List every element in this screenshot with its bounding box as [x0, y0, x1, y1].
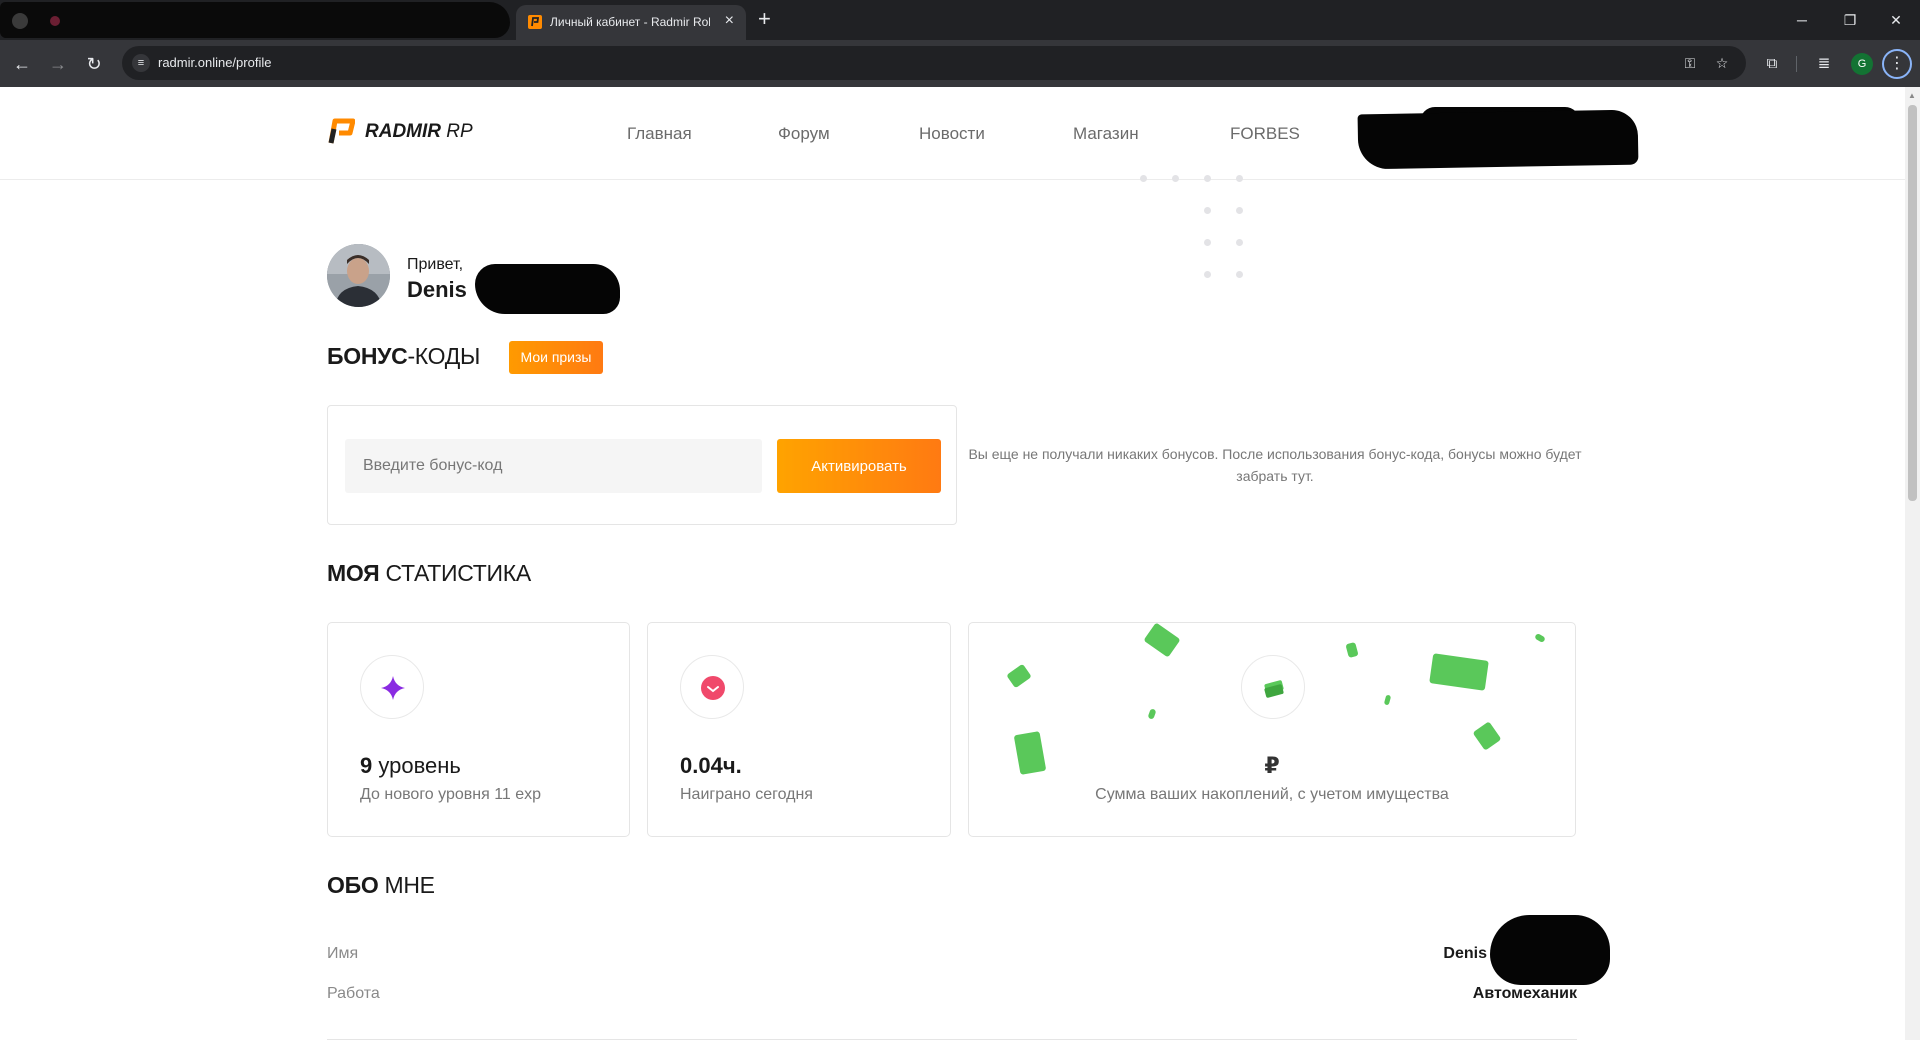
- user-name: Denis: [407, 277, 467, 302]
- tab-close-icon[interactable]: ×: [725, 12, 734, 30]
- nav-news[interactable]: Новости: [919, 124, 985, 144]
- nav-forbes[interactable]: FORBES: [1230, 124, 1300, 144]
- playtime-card: 0.04ч. Наиграно сегодня: [647, 622, 951, 837]
- money-icon: [1264, 680, 1284, 698]
- profile-avatar[interactable]: G: [1851, 53, 1873, 75]
- activate-button[interactable]: Активировать: [777, 439, 941, 493]
- restore-icon[interactable]: ❐: [1838, 8, 1862, 32]
- extensions-icon[interactable]: ⧉: [1760, 52, 1784, 76]
- bonus-empty-message: Вы еще не получали никаких бонусов. Посл…: [968, 446, 1582, 484]
- character-portrait-icon: [327, 244, 390, 307]
- level-card: 9 уровень До нового уровня 11 exp: [327, 622, 630, 837]
- money-bill-decoration: [1429, 653, 1489, 691]
- minimize-icon[interactable]: ─: [1790, 8, 1814, 32]
- user-greeting: Привет, Denis: [327, 244, 677, 314]
- page-viewport: RADMIR RP Главная Форум Новости Магазин …: [0, 87, 1920, 1040]
- radmir-favicon-icon: [528, 15, 542, 29]
- window-close-icon[interactable]: ✕: [1884, 8, 1908, 32]
- forward-icon[interactable]: →: [46, 52, 70, 76]
- scroll-up-icon[interactable]: ▲: [1908, 91, 1916, 100]
- my-prizes-button[interactable]: Мои призы: [509, 341, 603, 374]
- tab-active[interactable]: Личный кабинет - Radmir Role ×: [516, 5, 746, 40]
- site-header: RADMIR RP Главная Форум Новости Магазин …: [0, 87, 1905, 180]
- radmir-logo-icon: [328, 118, 355, 144]
- money-value: ₽: [1264, 753, 1280, 778]
- browser-toolbar: ← → ↻ ≡ radmir.online/profile ⚿ ☆ ⧉ ≣ G …: [0, 40, 1920, 87]
- bonus-code-form: Активировать: [327, 405, 957, 525]
- reload-icon[interactable]: ↻: [82, 52, 106, 76]
- about-value: Автомеханик: [1472, 985, 1577, 1002]
- money-card: ₽ Сумма ваших накоплений, с учетом имуще…: [968, 622, 1576, 837]
- money-bill-decoration: [1143, 623, 1181, 658]
- redacted-surname: [475, 264, 620, 314]
- new-tab-icon[interactable]: +: [758, 8, 771, 30]
- about-section-title: ОБО МНЕ: [327, 872, 435, 898]
- user-avatar[interactable]: [327, 244, 390, 307]
- toolbar-divider: [1796, 56, 1797, 72]
- bonus-section-title: БОНУС-КОДЫ: [327, 343, 481, 369]
- playtime-icon-circle: [680, 655, 744, 719]
- redacted-full-name: [1490, 915, 1610, 985]
- money-icon-circle: [1241, 655, 1305, 719]
- about-label: Работа: [327, 985, 380, 1002]
- about-row-name: Имя Denis: [327, 945, 1577, 969]
- scroll-thumb[interactable]: [1908, 105, 1917, 501]
- tab-search-icon[interactable]: [12, 13, 28, 29]
- money-bill-decoration: [1345, 641, 1359, 659]
- clock-icon: [701, 676, 725, 700]
- about-row-job: Работа Автомеханик: [327, 985, 1577, 1009]
- money-caption: Сумма ваших накоплений, с учетом имущест…: [1095, 786, 1449, 803]
- page-scrollbar[interactable]: ▲: [1905, 87, 1920, 1040]
- redacted-account-area[interactable]: [1357, 109, 1639, 170]
- nav-home[interactable]: Главная: [627, 124, 692, 144]
- back-icon[interactable]: ←: [10, 52, 34, 76]
- money-bill-decoration: [1147, 708, 1157, 720]
- nav-shop[interactable]: Магазин: [1073, 124, 1139, 144]
- site-info-icon[interactable]: ≡: [132, 54, 150, 72]
- tab-favicon-icon: [50, 16, 60, 26]
- nav-forum[interactable]: Форум: [778, 124, 830, 144]
- browser-menu-icon[interactable]: ⋮: [1882, 49, 1912, 79]
- stats-section-title: МОЯ СТАТИСТИКА: [327, 560, 531, 586]
- media-controls-icon[interactable]: ≣: [1812, 52, 1836, 76]
- money-bill-decoration: [1383, 694, 1392, 706]
- bonus-code-input[interactable]: [345, 439, 762, 493]
- money-bill-decoration: [1006, 663, 1032, 689]
- about-label: Имя: [327, 945, 359, 962]
- redacted-tabs[interactable]: [0, 2, 510, 38]
- url-text[interactable]: radmir.online/profile: [158, 55, 271, 70]
- money-bill-decoration: [1472, 721, 1502, 751]
- decorative-dots: [1140, 175, 1243, 285]
- money-bill-decoration: [1534, 632, 1546, 644]
- password-key-icon[interactable]: ⚿: [1680, 53, 1700, 73]
- playtime-value: 0.04ч.: [680, 753, 742, 778]
- level-caption: До нового уровня 11 exp: [360, 786, 542, 803]
- level-value: 9 уровень: [360, 753, 461, 778]
- logo-text: RADMIR RP: [365, 121, 473, 142]
- level-icon-circle: [360, 655, 424, 719]
- playtime-caption: Наиграно сегодня: [680, 786, 813, 803]
- browser-tab-bar: Личный кабинет - Radmir Role × + ─ ❐ ✕: [0, 0, 1920, 40]
- tab-title: Личный кабинет - Radmir Role: [550, 15, 710, 29]
- greeting-text: Привет,: [407, 256, 464, 273]
- sparkle-icon: [381, 676, 405, 700]
- address-bar[interactable]: ≡ radmir.online/profile ⚿ ☆: [122, 46, 1746, 80]
- about-value: Denis: [1443, 945, 1487, 962]
- bookmark-star-icon[interactable]: ☆: [1712, 53, 1732, 73]
